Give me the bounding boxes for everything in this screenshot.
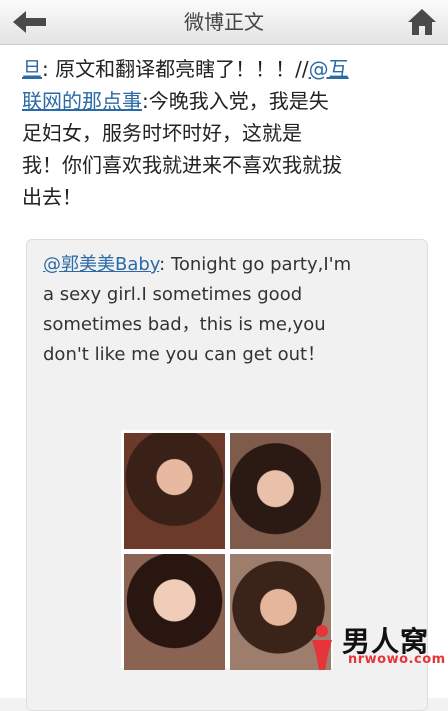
post-text: 旦: 原文和翻译都亮瞎了！！！//@互 联网的那点事:今晚我入党，我是失 足妇女… [22,53,434,213]
mention-link[interactable]: @互 [309,57,349,81]
top-navigation-bar: 微博正文 [0,0,448,45]
figure-logo-icon [312,625,332,670]
retweet-text-segment: a sexy girl.I sometimes good [43,284,303,305]
post-content: 旦: 原文和翻译都亮瞎了！！！//@互 联网的那点事:今晚我入党，我是失 足妇女… [0,45,448,711]
post-text-segment: : 原文和翻译都亮瞎了！！！// [42,57,309,81]
photo-2[interactable] [230,433,331,549]
retweet-text-segment: : Tonight go party,I'm [159,254,352,275]
page-title: 微博正文 [184,10,264,34]
retweet-text: @郭美美Baby: Tonight go party,I'm a sexy gi… [43,250,413,370]
post-text-segment: 足妇女，服务时坏时好，这就是 [22,121,302,145]
photo-3[interactable] [124,554,225,670]
retweet-text-segment: don't like me you can get out！ [43,344,326,365]
home-button[interactable] [406,6,438,38]
site-watermark: 男人窝 nrwowo.com [300,618,448,676]
photo-1[interactable] [124,433,225,549]
post-text-segment: :今晚我入党，我是失 [142,89,329,113]
mention-link-continued[interactable]: 联网的那点事 [22,89,142,113]
home-icon [408,9,436,35]
post-text-segment: 我！你们喜欢我就进来不喜欢我就拔 [22,153,342,177]
user-link[interactable]: 旦 [22,57,42,81]
retweet-text-segment: sometimes bad，this is me,you [43,314,326,335]
watermark-en: nrwowo.com [348,652,446,667]
post-text-segment: 出去！ [22,185,82,209]
retweet-author-link[interactable]: @郭美美Baby [43,254,159,275]
